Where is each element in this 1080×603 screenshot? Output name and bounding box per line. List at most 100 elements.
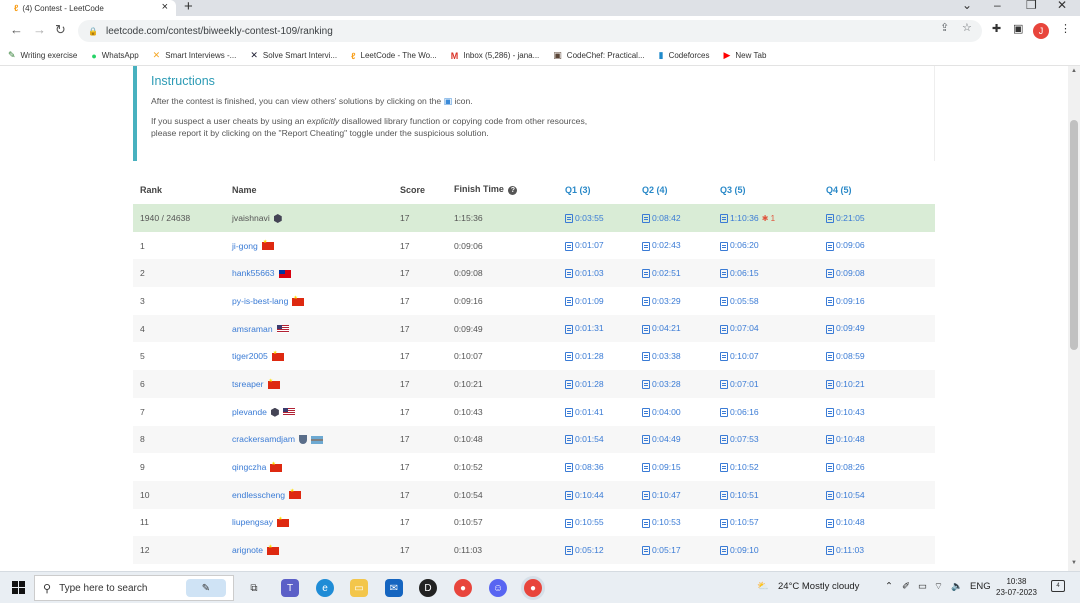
header-q2[interactable]: Q2 (4) [642, 175, 720, 204]
user-name-link[interactable]: plevande [232, 407, 267, 417]
q1-solution-link[interactable]: 0:08:36 [565, 462, 604, 473]
weather-icon[interactable]: ⛅ [757, 581, 769, 592]
file-explorer-icon[interactable]: ▭ [350, 579, 368, 597]
q1-solution-link[interactable]: 0:01:28 [565, 379, 604, 390]
q2-solution-link[interactable]: 0:03:38 [642, 351, 681, 362]
minimize-button[interactable]: – [994, 0, 1001, 12]
q2-solution-link[interactable]: 0:04:21 [642, 323, 681, 334]
user-name-link[interactable]: arignote [232, 545, 263, 555]
header-q4[interactable]: Q4 (5) [826, 175, 935, 204]
q4-solution-link[interactable]: 0:09:49 [826, 323, 865, 334]
bookmark-item[interactable]: ▮ Codeforces [659, 50, 710, 61]
menu-icon[interactable]: ⋮ [1060, 22, 1071, 35]
tray-chevron-icon[interactable]: ⌃ [885, 581, 893, 592]
user-name-link[interactable]: endlesscheng [232, 490, 285, 500]
q2-solution-link[interactable]: 0:02:43 [642, 240, 681, 251]
chrome-active-icon[interactable]: ● [524, 579, 542, 597]
page-scrollbar[interactable]: ▲ ▼ [1068, 66, 1080, 571]
bookmark-item[interactable]: ▶ New Tab [723, 50, 766, 61]
q1-solution-link[interactable]: 0:01:31 [565, 323, 604, 334]
q1-solution-link[interactable]: 0:10:44 [565, 490, 604, 500]
q2-solution-link[interactable]: 0:04:00 [642, 407, 681, 417]
q3-solution-link[interactable]: 1:10:36 [720, 213, 759, 223]
user-name-link[interactable]: tsreaper [232, 379, 264, 389]
q3-solution-link[interactable]: 0:06:15 [720, 268, 759, 279]
weather-text[interactable]: 24°C Mostly cloudy [778, 581, 859, 592]
side-panel-icon[interactable]: ▣ [1013, 22, 1023, 35]
dell-icon[interactable]: D [419, 579, 437, 597]
q2-solution-link[interactable]: 0:10:47 [642, 490, 681, 500]
wifi-icon[interactable]: ⌔ [934, 581, 943, 592]
search-highlight-icon[interactable]: ✎ [186, 579, 226, 597]
q2-solution-link[interactable]: 0:09:15 [642, 462, 681, 473]
q1-solution-link[interactable]: 0:01:41 [565, 407, 604, 417]
q2-solution-link[interactable]: 0:03:29 [642, 296, 681, 307]
q1-solution-link[interactable]: 0:05:12 [565, 545, 604, 556]
scroll-up-arrow[interactable]: ▲ [1071, 68, 1077, 74]
q1-solution-link[interactable]: 0:01:09 [565, 296, 604, 307]
tab-leetcode-contest[interactable]: ℓ (4) Contest - LeetCode × [0, 0, 176, 16]
q1-solution-link[interactable]: 0:01:07 [565, 240, 604, 251]
bookmark-star-icon[interactable]: ☆ [962, 21, 972, 34]
user-name-link[interactable]: tiger2005 [232, 351, 268, 361]
q3-solution-link[interactable]: 0:06:16 [720, 407, 759, 417]
user-name-link[interactable]: amsraman [232, 324, 273, 334]
chrome-icon[interactable]: ● [454, 579, 472, 597]
bookmark-item[interactable]: M Inbox (5,286) - jana... [451, 51, 540, 61]
q4-solution-link[interactable]: 0:10:48 [826, 434, 865, 445]
q3-solution-link[interactable]: 0:05:58 [720, 296, 759, 307]
user-name-link[interactable]: qingczha [232, 462, 266, 472]
user-name-link[interactable]: hank55663 [232, 268, 275, 278]
back-icon[interactable]: ← [10, 22, 23, 37]
edge-icon[interactable]: e [316, 579, 334, 597]
extensions-icon[interactable]: ✚ [992, 22, 1001, 35]
q1-solution-link[interactable]: 0:01:28 [565, 351, 604, 362]
bookmark-item[interactable]: ℓ LeetCode - The Wo... [351, 51, 437, 61]
notification-center-icon[interactable]: 4 [1051, 580, 1065, 592]
q4-solution-link[interactable]: 0:21:05 [826, 213, 865, 223]
q4-solution-link[interactable]: 0:08:59 [826, 351, 865, 362]
mail-icon[interactable]: ✉ [385, 579, 403, 597]
q3-solution-link[interactable]: 0:10:51 [720, 490, 759, 500]
q3-solution-link[interactable]: 0:10:07 [720, 351, 759, 362]
teams-icon[interactable]: T [281, 579, 299, 597]
bookmark-item[interactable]: ✕ Solve Smart Intervi... [250, 50, 337, 61]
maximize-button[interactable]: ❐ [1026, 0, 1037, 12]
header-q1[interactable]: Q1 (3) [565, 175, 642, 204]
bookmark-item[interactable]: ✕ Smart Interviews -... [153, 50, 237, 61]
reload-icon[interactable]: ↻ [55, 22, 66, 38]
battery-icon[interactable]: ▭ [918, 581, 927, 592]
q2-solution-link[interactable]: 0:04:49 [642, 434, 681, 445]
q4-solution-link[interactable]: 0:08:26 [826, 462, 865, 473]
bookmark-item[interactable]: ▣ CodeChef: Practical... [553, 50, 644, 61]
address-bar[interactable]: 🔒 leetcode.com/contest/biweekly-contest-… [78, 20, 982, 42]
discord-icon[interactable]: ☺ [489, 579, 507, 597]
scroll-down-arrow[interactable]: ▼ [1071, 560, 1077, 566]
q1-solution-link[interactable]: 0:01:54 [565, 434, 604, 445]
q3-solution-link[interactable]: 0:10:57 [720, 517, 759, 528]
close-window-button[interactable]: ✕ [1057, 0, 1067, 12]
q1-solution-link[interactable]: 0:03:55 [565, 213, 604, 223]
q4-solution-link[interactable]: 0:10:21 [826, 379, 865, 390]
task-view-icon[interactable]: ⧉ [245, 579, 263, 597]
new-tab-button[interactable]: + [184, 0, 193, 15]
q4-solution-link[interactable]: 0:09:16 [826, 296, 865, 307]
q1-solution-link[interactable]: 0:10:55 [565, 517, 604, 528]
user-name-link[interactable]: py-is-best-lang [232, 296, 288, 306]
language-indicator[interactable]: ENG [970, 581, 991, 592]
bookmark-item[interactable]: ● WhatsApp [91, 51, 138, 61]
forward-icon[interactable]: → [33, 22, 46, 37]
user-name-link[interactable]: liupengsay [232, 517, 273, 527]
user-name-link[interactable]: ji-gong [232, 241, 258, 251]
q2-solution-link[interactable]: 0:08:42 [642, 213, 681, 223]
windows-start-icon[interactable] [12, 581, 25, 594]
q4-solution-link[interactable]: 0:10:54 [826, 490, 865, 500]
q3-solution-link[interactable]: 0:06:20 [720, 240, 759, 251]
q2-solution-link[interactable]: 0:05:17 [642, 545, 681, 556]
info-icon[interactable]: ? [508, 185, 518, 195]
q3-solution-link[interactable]: 0:07:53 [720, 434, 759, 445]
tab-search-icon[interactable]: ⌄ [962, 0, 972, 12]
q4-solution-link[interactable]: 0:10:48 [826, 517, 865, 528]
q4-solution-link[interactable]: 0:09:08 [826, 268, 865, 279]
user-name-link[interactable]: jvaishnavi [232, 213, 270, 223]
